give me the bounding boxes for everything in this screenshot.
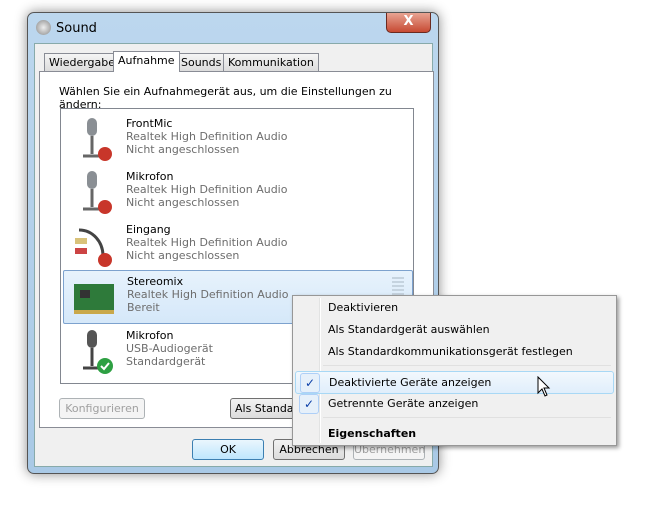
device-driver: USB-Audiogerät (126, 342, 213, 355)
menu-item-deaktivieren[interactable]: Deaktivieren (295, 297, 612, 318)
line-in-cable-icon (75, 228, 112, 267)
device-status: Standardgerät (126, 355, 206, 368)
device-status: Nicht angeschlossen (126, 249, 240, 262)
device-item[interactable]: Eingang Realtek High Definition Audio Ni… (63, 219, 411, 271)
device-status: Nicht angeschlossen (126, 196, 240, 209)
menu-separator (323, 417, 611, 418)
menu-item-properties[interactable]: Eigenschaften (295, 423, 612, 444)
device-driver: Realtek High Definition Audio (126, 236, 288, 249)
mouse-cursor-icon (537, 376, 551, 397)
tab-aufnahme[interactable]: Aufnahme (113, 51, 180, 72)
device-item[interactable]: FrontMic Realtek High Definition Audio N… (63, 113, 411, 165)
microphone-icon (83, 118, 112, 161)
context-menu: Deaktivieren Als Standardgerät auswählen… (292, 295, 617, 446)
speaker-icon (36, 20, 51, 35)
device-item[interactable]: Mikrofon Realtek High Definition Audio N… (63, 166, 411, 218)
menu-item-set-default-communication[interactable]: Als Standardkommunikationsgerät festlege… (295, 341, 612, 362)
microphone-icon (83, 330, 113, 374)
device-name: Mikrofon (126, 170, 174, 183)
tab-sounds[interactable]: Sounds (176, 53, 227, 71)
menu-separator (323, 365, 611, 366)
menu-item-set-default[interactable]: Als Standardgerät auswählen (295, 319, 612, 340)
microphone-icon (83, 171, 112, 214)
window-title: Sound (56, 21, 97, 36)
menu-item-show-disconnected[interactable]: ✓ Getrennte Geräte anzeigen (295, 393, 612, 414)
device-status: Nicht angeschlossen (126, 143, 240, 156)
sound-card-icon (74, 284, 114, 314)
device-name: Eingang (126, 223, 171, 236)
configure-button[interactable]: Konfigurieren (59, 398, 145, 419)
close-button[interactable]: X (386, 13, 431, 33)
device-status: Bereit (127, 301, 160, 314)
device-name: Stereomix (127, 275, 184, 288)
ok-button[interactable]: OK (192, 439, 264, 460)
device-driver: Realtek High Definition Audio (126, 130, 288, 143)
device-driver: Realtek High Definition Audio (126, 183, 288, 196)
tab-kommunikation[interactable]: Kommunikation (223, 53, 319, 71)
device-driver: Realtek High Definition Audio (127, 288, 289, 301)
tab-wiedergabe[interactable]: Wiedergabe (44, 53, 121, 71)
checkmark-icon: ✓ (300, 373, 320, 393)
checkmark-icon: ✓ (299, 394, 319, 414)
menu-item-show-disabled[interactable]: ✓ Deaktivierte Geräte anzeigen (295, 371, 614, 394)
device-name: FrontMic (126, 117, 173, 130)
device-name: Mikrofon (126, 329, 174, 342)
